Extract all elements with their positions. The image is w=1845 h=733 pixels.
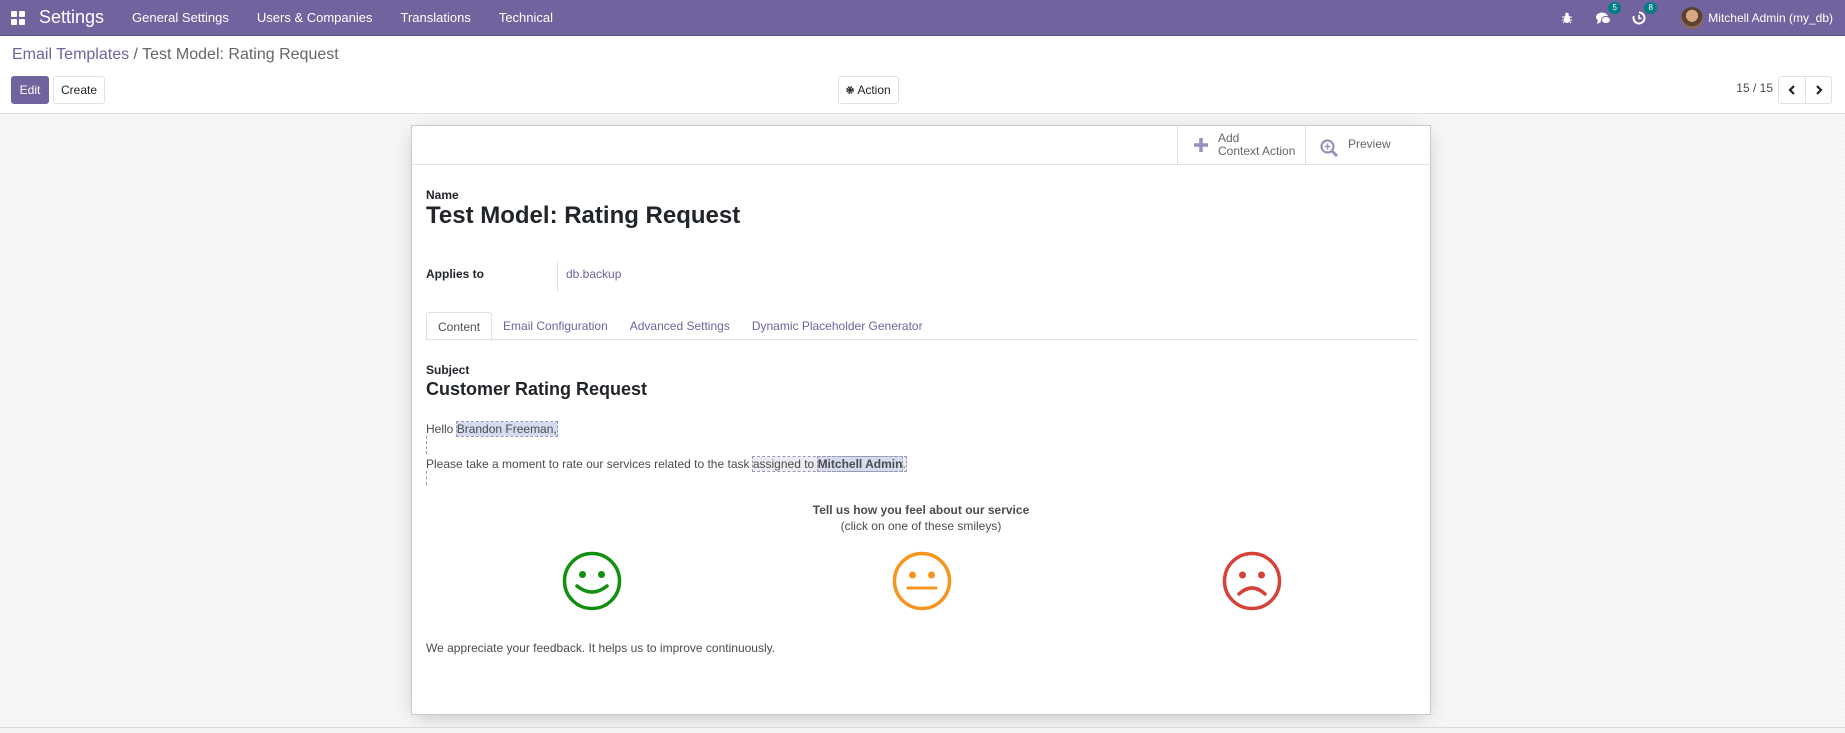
breadcrumb: Email Templates / Test Model: Rating Req… xyxy=(12,46,339,64)
request-text: Please take a moment to rate our service… xyxy=(426,457,753,471)
menu-translations[interactable]: Translations xyxy=(387,10,485,25)
assigned-placeholder: assigned to Mitchell Admin. xyxy=(751,456,907,472)
smiley-satisfied-icon[interactable] xyxy=(561,550,623,612)
bug-icon[interactable] xyxy=(1559,10,1575,26)
smiley-dissatisfied-icon[interactable] xyxy=(1221,550,1283,612)
button-box: Add Context Action Preview xyxy=(412,126,1430,165)
action-label: Action xyxy=(857,83,891,97)
placeholder-dashed-line xyxy=(426,436,427,454)
applies-to-label: Applies to xyxy=(426,267,485,281)
breadcrumb-separator: / xyxy=(129,46,143,63)
notebook-tabs: Content Email Configuration Advanced Set… xyxy=(426,312,1418,341)
greeting-line[interactable]: Hello Brandon Freeman, xyxy=(426,421,558,437)
form-view-background: Add Context Action Preview Name Test Mode… xyxy=(0,114,1845,728)
plus-icon xyxy=(1194,138,1208,152)
search-plus-icon xyxy=(1320,139,1338,157)
smiley-okay-icon[interactable] xyxy=(891,550,953,612)
tab-dynamic-placeholder-generator[interactable]: Dynamic Placeholder Generator xyxy=(741,312,934,340)
period: . xyxy=(902,457,906,471)
tab-email-configuration[interactable]: Email Configuration xyxy=(492,312,619,340)
chat-icon[interactable]: 5 xyxy=(1595,2,1622,26)
assigned-prefix: assigned to xyxy=(752,457,818,471)
applies-to-value[interactable]: db.backup xyxy=(557,262,621,292)
menu-technical[interactable]: Technical xyxy=(485,10,567,25)
feedback-hint: (click on one of these smileys) xyxy=(840,519,1002,533)
add-context-action-button[interactable]: Add Context Action xyxy=(1177,126,1305,164)
tab-content[interactable]: Content xyxy=(426,312,493,341)
user-name: Mitchell Admin (my_db) xyxy=(1708,11,1833,25)
create-button[interactable]: Create xyxy=(53,76,105,104)
placeholder-dashed-line-2 xyxy=(426,471,427,485)
hello-text: Hello xyxy=(426,422,457,436)
pager-previous-button[interactable] xyxy=(1779,77,1805,103)
form-sheet: Add Context Action Preview Name Test Mode… xyxy=(411,125,1431,715)
chevron-right-icon xyxy=(1815,85,1823,95)
customer-placeholder[interactable]: Brandon Freeman, xyxy=(455,421,558,437)
subject-label: Subject xyxy=(426,363,470,377)
feedback-heading: Tell us how you feel about our service xyxy=(812,503,1030,517)
breadcrumb-current: Test Model: Rating Request xyxy=(142,46,339,63)
context-action-label: Context Action xyxy=(1218,144,1296,158)
assignee-placeholder[interactable]: Mitchell Admin xyxy=(816,456,904,472)
pager-value[interactable]: 15 / 15 xyxy=(1736,81,1773,95)
edit-button[interactable]: Edit xyxy=(11,76,49,104)
pager-buttons xyxy=(1778,76,1832,104)
preview-label: Preview xyxy=(1348,137,1391,151)
tab-advanced-settings[interactable]: Advanced Settings xyxy=(619,312,741,340)
request-line[interactable]: Please take a moment to rate our service… xyxy=(426,456,907,472)
user-menu[interactable]: Mitchell Admin (my_db) xyxy=(1681,7,1833,29)
control-panel: Email Templates / Test Model: Rating Req… xyxy=(0,36,1845,114)
messages-badge: 5 xyxy=(1608,2,1622,14)
app-name[interactable]: Settings xyxy=(39,7,104,28)
closing-text: We appreciate your feedback. It helps us… xyxy=(426,641,776,655)
name-label: Name xyxy=(426,188,459,202)
menu-general-settings[interactable]: General Settings xyxy=(118,10,243,25)
apps-icon[interactable] xyxy=(11,10,25,25)
top-navbar: Settings General Settings Users & Compan… xyxy=(0,0,1845,36)
chevron-left-icon xyxy=(1788,85,1795,95)
bottom-border xyxy=(0,727,1845,733)
pager-next-button[interactable] xyxy=(1805,77,1831,103)
clock-icon[interactable]: 8 xyxy=(1631,2,1658,26)
subject-value: Customer Rating Request xyxy=(426,379,648,399)
gear-icon xyxy=(846,86,855,94)
action-button[interactable]: Action xyxy=(838,76,899,104)
preview-button[interactable]: Preview xyxy=(1305,126,1431,164)
breadcrumb-email-templates[interactable]: Email Templates xyxy=(12,46,129,63)
menu-users-companies[interactable]: Users & Companies xyxy=(243,10,387,25)
activities-badge: 8 xyxy=(1644,2,1658,14)
template-name: Test Model: Rating Request xyxy=(426,202,741,229)
avatar xyxy=(1681,7,1704,29)
